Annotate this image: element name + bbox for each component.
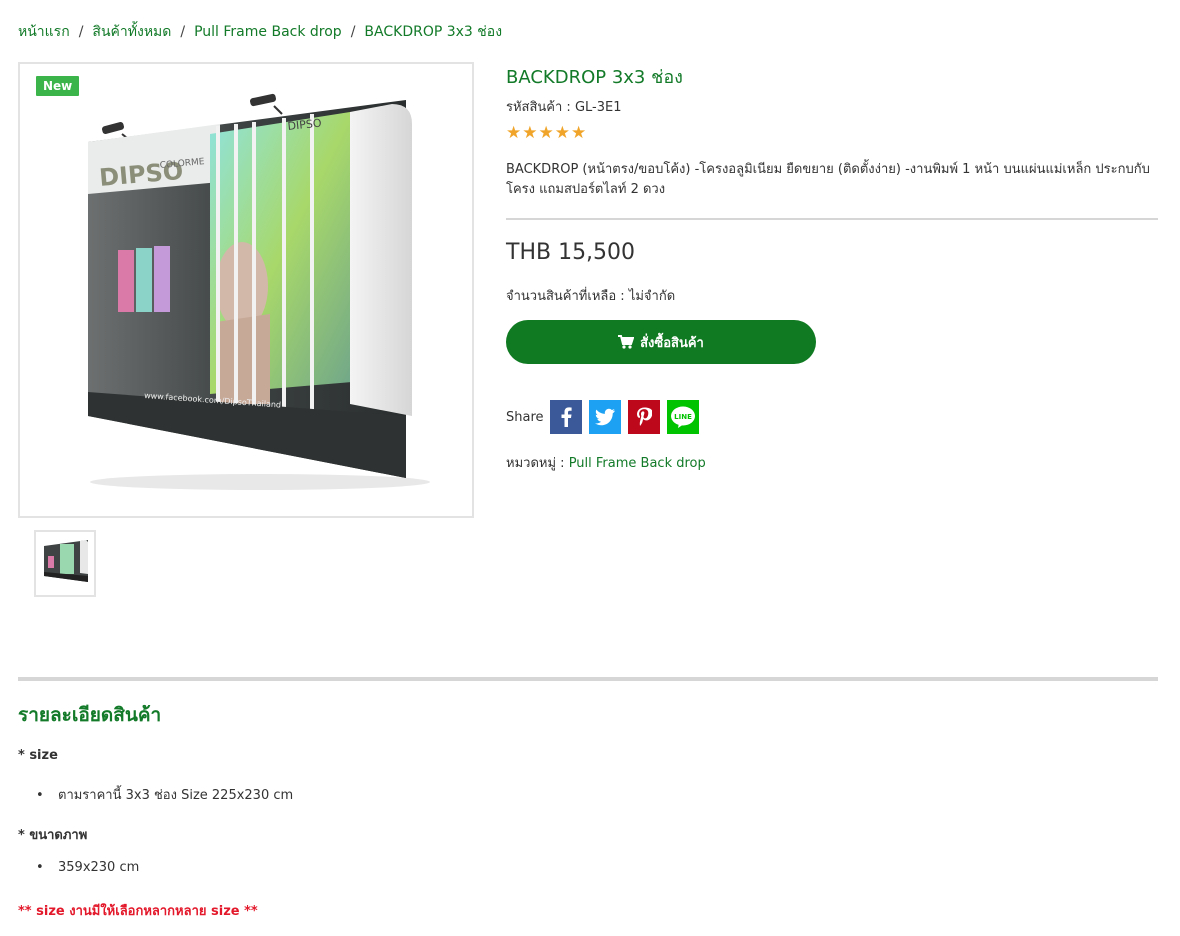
bullet-icon: • bbox=[36, 860, 44, 875]
twitter-icon bbox=[594, 408, 615, 426]
breadcrumb: หน้าแรก / สินค้าทั้งหมด / Pull Frame Back dr… bbox=[18, 21, 502, 43]
section-divider bbox=[18, 677, 1158, 681]
stock-info: จำนวนสินค้าที่เหลือ : ไม่จำกัด bbox=[506, 285, 675, 306]
breadcrumb-all-products[interactable]: สินค้าทั้งหมด bbox=[92, 24, 171, 40]
product-main-image[interactable]: DIPSO COLORME www.facebook.com/DipsoThai… bbox=[18, 62, 474, 518]
line-icon: LINE bbox=[670, 406, 695, 428]
size-label: * size bbox=[18, 748, 58, 763]
product-title: BACKDROP 3x3 ช่อง bbox=[506, 67, 683, 88]
image-size-item: 359x230 cm bbox=[58, 860, 140, 875]
share-row: Share LINE bbox=[506, 400, 706, 434]
product-description: BACKDROP (หน้าตรง/ขอบโค้ง) -โครงอลูมิเนี… bbox=[506, 162, 1150, 197]
backdrop-illustration: DIPSO COLORME www.facebook.com/DipsoThai… bbox=[88, 93, 430, 490]
breadcrumb-current[interactable]: BACKDROP 3x3 ช่อง bbox=[364, 24, 502, 40]
buy-button[interactable]: สั่งซื้อสินค้า bbox=[506, 320, 816, 364]
sku-label: รหัสสินค้า : bbox=[506, 100, 571, 115]
line-share-button[interactable]: LINE bbox=[666, 400, 699, 434]
size-item: ตามราคานี้ 3x3 ช่อง Size 225x230 cm bbox=[58, 788, 294, 803]
pinterest-share-button[interactable] bbox=[627, 400, 660, 434]
category-link[interactable]: Pull Frame Back drop bbox=[569, 456, 706, 471]
details-heading: รายละเอียดสินค้า bbox=[18, 704, 162, 726]
facebook-icon bbox=[561, 407, 572, 427]
breadcrumb-separator: / bbox=[78, 24, 84, 40]
facebook-share-button[interactable] bbox=[549, 400, 582, 434]
breadcrumb-separator: / bbox=[350, 24, 356, 40]
svg-text:LINE: LINE bbox=[674, 413, 692, 421]
stock-label: จำนวนสินค้าที่เหลือ : bbox=[506, 289, 625, 304]
divider bbox=[506, 218, 1158, 220]
breadcrumb-category[interactable]: Pull Frame Back drop bbox=[194, 24, 342, 40]
breadcrumb-separator: / bbox=[180, 24, 186, 40]
product-thumbnail[interactable] bbox=[34, 530, 96, 597]
stock-value: ไม่จำกัด bbox=[628, 289, 676, 304]
twitter-share-button[interactable] bbox=[588, 400, 621, 434]
breadcrumb-home[interactable]: หน้าแรก bbox=[18, 24, 70, 40]
list-item: • ตามราคานี้ 3x3 ช่อง Size 225x230 cm bbox=[36, 784, 293, 805]
bullet-icon: • bbox=[36, 788, 44, 803]
share-label: Share bbox=[506, 409, 544, 425]
sku-value: GL-3E1 bbox=[574, 100, 622, 115]
product-price: THB 15,500 bbox=[506, 240, 636, 265]
rating-stars: ★★★★★ bbox=[506, 123, 588, 143]
thumbnail-illustration bbox=[44, 540, 88, 582]
new-badge: New bbox=[36, 76, 80, 96]
image-size-label: * ขนาดภาพ bbox=[18, 828, 88, 843]
list-item: • 359x230 cm bbox=[36, 860, 139, 875]
pinterest-icon bbox=[636, 407, 652, 426]
product-sku: รหัสสินค้า : GL-3E1 bbox=[506, 96, 622, 117]
cart-icon bbox=[618, 335, 635, 349]
category-info: หมวดหมู่ : Pull Frame Back drop bbox=[506, 452, 706, 473]
buy-button-label: สั่งซื้อสินค้า bbox=[640, 335, 704, 351]
size-note: ** size งานมีให้เลือกหลากหลาย size ** bbox=[18, 904, 258, 919]
category-label: หมวดหมู่ : bbox=[506, 456, 565, 471]
